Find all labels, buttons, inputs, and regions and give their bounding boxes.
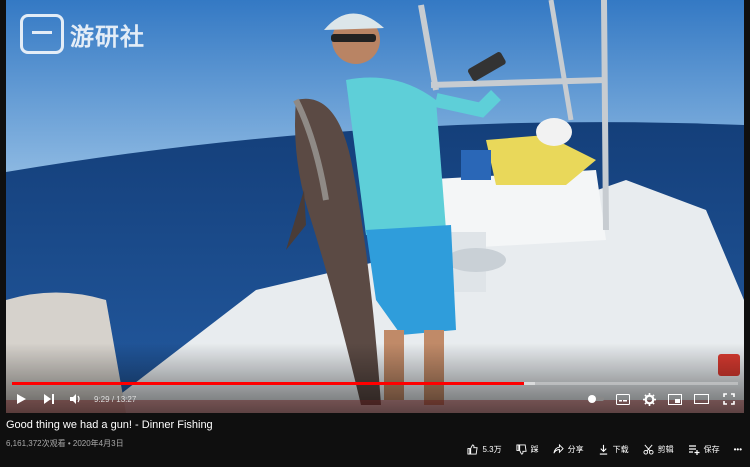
- subtitles-button[interactable]: [610, 393, 636, 405]
- save-button[interactable]: 保存: [688, 444, 720, 455]
- play-icon: [17, 394, 26, 404]
- clip-button[interactable]: 剪辑: [643, 444, 674, 455]
- skip-next-icon: [44, 394, 54, 404]
- video-title: Good thing we had a gun! - Dinner Fishin…: [6, 419, 213, 431]
- theater-icon: [693, 394, 709, 404]
- autoplay-icon: [588, 395, 604, 403]
- dislike-button[interactable]: 踩: [516, 444, 539, 455]
- share-label: 分享: [567, 445, 584, 454]
- action-bar: 5.3万 踩 分享 下载 剪辑 保存 •••: [467, 444, 742, 455]
- share-icon: [553, 444, 564, 454]
- like-button[interactable]: 5.3万: [467, 444, 502, 455]
- playlist-add-icon: [688, 445, 700, 455]
- like-count: 5.3万: [482, 445, 502, 454]
- clip-label: 剪辑: [657, 445, 674, 454]
- theater-mode-button[interactable]: [688, 394, 714, 404]
- download-button[interactable]: 下载: [598, 444, 629, 455]
- thumbs-up-icon: [467, 444, 479, 455]
- more-icon: •••: [733, 445, 742, 454]
- volume-icon: [70, 394, 80, 404]
- autoplay-toggle[interactable]: [582, 394, 610, 404]
- save-label: 保存: [703, 445, 720, 454]
- subtitles-icon: [616, 393, 630, 405]
- fullscreen-icon: [723, 393, 735, 405]
- time-total: 13:27: [116, 394, 137, 404]
- video-player[interactable]: 游研社 9:29 / 13:27: [6, 0, 744, 413]
- scissors-icon: [643, 444, 654, 455]
- share-button[interactable]: 分享: [553, 444, 584, 455]
- settings-button[interactable]: [636, 392, 662, 406]
- gear-icon: [642, 392, 656, 406]
- dislike-label: 踩: [530, 445, 539, 454]
- progress-bar[interactable]: [12, 382, 738, 385]
- miniplayer-button[interactable]: [662, 393, 688, 405]
- play-button[interactable]: [6, 393, 36, 405]
- volume-button[interactable]: [62, 393, 88, 405]
- view-count: 6,161,372次观看: [6, 439, 66, 448]
- time-display: 9:29 / 13:27: [94, 395, 136, 404]
- download-label: 下载: [612, 445, 629, 454]
- publish-date: 2020年4月3日: [72, 439, 124, 448]
- miniplayer-icon: [668, 393, 682, 405]
- next-button[interactable]: [36, 393, 62, 405]
- download-icon: [599, 444, 607, 455]
- fullscreen-button[interactable]: [714, 393, 744, 405]
- watermark-logo: 游研社: [20, 14, 145, 54]
- progress-played: [12, 382, 524, 385]
- time-separator: /: [111, 394, 115, 404]
- player-controls: 9:29 / 13:27: [6, 388, 744, 410]
- thumbs-down-icon: [516, 444, 527, 455]
- separator-dot: •: [67, 439, 71, 448]
- watermark-text: 游研社: [70, 23, 145, 51]
- watermark-icon: [20, 14, 64, 54]
- time-current: 9:29: [94, 394, 110, 404]
- more-actions-button[interactable]: •••: [734, 445, 742, 454]
